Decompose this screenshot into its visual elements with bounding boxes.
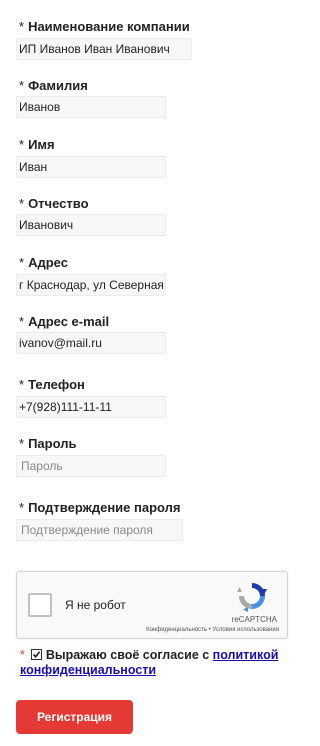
label-email: * Адрес e-mail [19,314,110,329]
recaptcha-links[interactable]: Конфиденциальность • Условия использован… [146,627,279,633]
check-icon [32,651,41,659]
password-confirm-input[interactable] [16,519,183,541]
label-first-name: * Имя [19,137,55,152]
phone-input[interactable] [16,396,166,418]
label-password-confirm: * Подтверждение пароля [19,500,181,515]
consent-required-mark: * [20,648,25,662]
recaptcha-label: Я не робот [65,598,126,612]
label-phone: * Телефон [19,377,85,392]
consent-text: Выражаю своё согласие с [45,648,213,662]
register-button[interactable]: Регистрация [16,700,133,734]
password-input[interactable] [16,455,166,477]
company-name-input[interactable] [16,38,192,60]
middle-name-input[interactable] [16,214,166,236]
recaptcha-widget: Я не робот reCAPTCHA Конфиденциальность … [16,571,288,639]
label-company-name: * Наименование компании [19,19,190,34]
consent-block: * Выражаю своё согласие с политикой конфи… [20,648,290,678]
email-input[interactable] [16,332,166,354]
first-name-input[interactable] [16,156,166,178]
label-password: * Пароль [19,436,77,451]
consent-checkbox[interactable] [30,649,42,660]
label-last-name: * Фамилия [19,78,88,93]
recaptcha-brand: reCAPTCHA [231,615,277,624]
label-address: * Адрес [19,255,68,270]
recaptcha-logo-icon [237,583,267,612]
address-input[interactable] [16,274,166,296]
last-name-input[interactable] [16,96,166,118]
recaptcha-checkbox[interactable] [28,593,52,617]
label-middle-name: * Отчество [19,196,89,211]
